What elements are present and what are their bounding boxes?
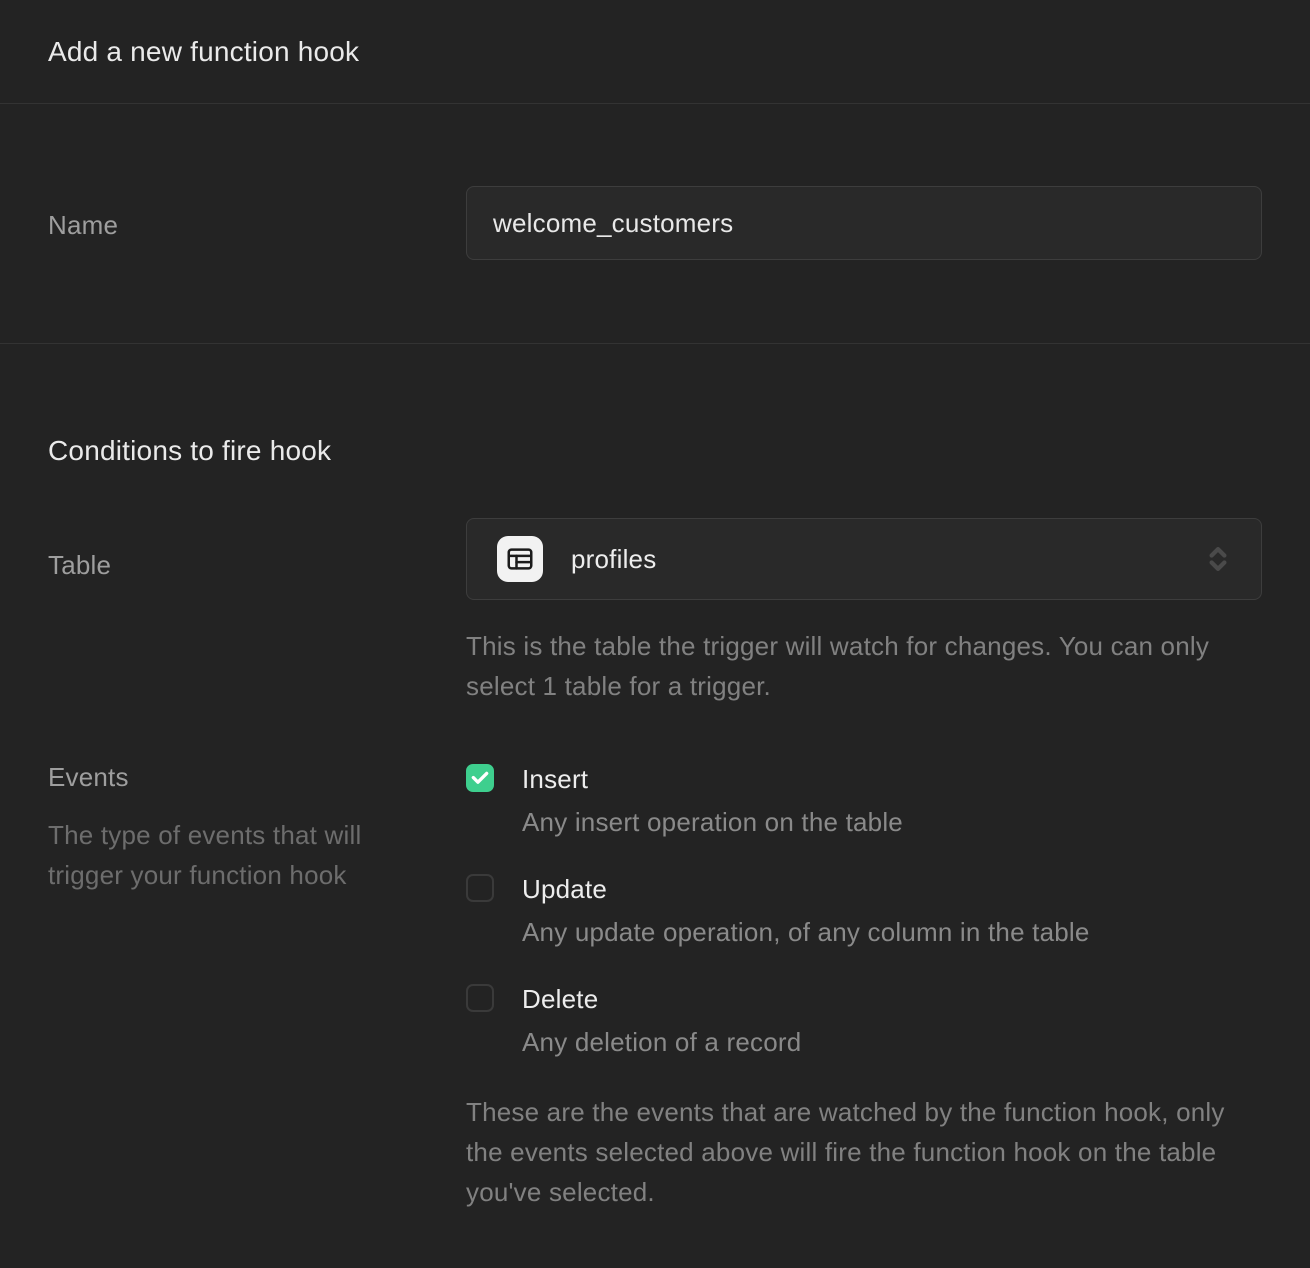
events-options-column: Insert Any insert operation on the table… <box>466 762 1262 1212</box>
update-checkbox[interactable] <box>466 874 494 902</box>
update-description: Any update operation, of any column in t… <box>522 912 1090 952</box>
update-label: Update <box>522 872 1090 906</box>
delete-label: Delete <box>522 982 801 1016</box>
chevron-up-down-icon <box>1201 542 1235 576</box>
events-helper-text: These are the events that are watched by… <box>466 1092 1256 1212</box>
table-field-column: profiles This is the table the trigger w… <box>466 518 1262 706</box>
name-input[interactable] <box>466 186 1262 260</box>
name-label-column: Name <box>48 186 466 260</box>
insert-description: Any insert operation on the table <box>522 802 903 842</box>
insert-label: Insert <box>522 762 903 796</box>
event-text-block: Delete Any deletion of a record <box>522 982 801 1062</box>
table-label-column: Table <box>48 518 466 706</box>
insert-checkbox[interactable] <box>466 764 494 792</box>
page-title: Add a new function hook <box>48 36 359 68</box>
event-option-insert: Insert Any insert operation on the table <box>466 762 1262 842</box>
delete-description: Any deletion of a record <box>522 1022 801 1062</box>
table-icon <box>497 536 543 582</box>
event-text-block: Insert Any insert operation on the table <box>522 762 903 842</box>
add-function-hook-panel: Add a new function hook Name Conditions … <box>0 0 1310 1222</box>
event-option-delete: Delete Any deletion of a record <box>466 982 1262 1062</box>
name-label: Name <box>48 186 466 241</box>
table-label: Table <box>48 518 466 581</box>
table-field-row: Table profiles <box>48 518 1262 706</box>
table-helper-text: This is the table the trigger will watch… <box>466 626 1262 706</box>
conditions-section-title: Conditions to fire hook <box>48 434 1262 468</box>
events-label: Events <box>48 762 466 793</box>
table-select-value: profiles <box>571 544 1201 575</box>
check-icon <box>470 768 490 788</box>
events-field-row: Events The type of events that will trig… <box>48 762 1262 1212</box>
events-description: The type of events that will trigger you… <box>48 815 398 895</box>
event-option-update: Update Any update operation, of any colu… <box>466 872 1262 952</box>
name-field-column <box>466 186 1262 260</box>
conditions-section: Conditions to fire hook Table profiles <box>0 344 1310 1268</box>
delete-checkbox[interactable] <box>466 984 494 1012</box>
table-select[interactable]: profiles <box>466 518 1262 600</box>
name-section: Name <box>0 104 1310 344</box>
events-label-column: Events The type of events that will trig… <box>48 762 466 1212</box>
panel-header: Add a new function hook <box>0 0 1310 104</box>
event-text-block: Update Any update operation, of any colu… <box>522 872 1090 952</box>
